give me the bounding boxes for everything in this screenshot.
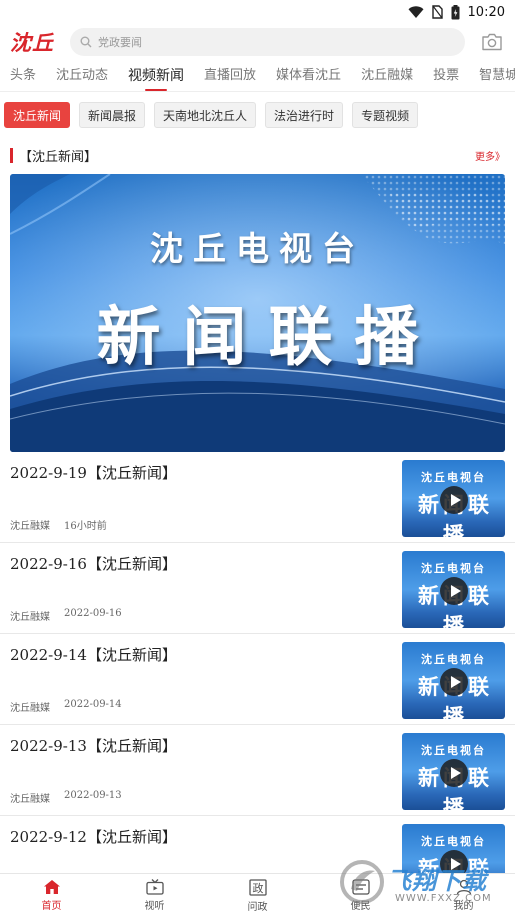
news-meta: 沈丘融媒 2022-09-13	[10, 790, 402, 807]
tab-live-replay[interactable]: 直播回放	[204, 61, 256, 91]
news-source: 沈丘融媒	[10, 612, 50, 623]
bottom-nav: 首页 视听 政 问政 便民 我的	[0, 873, 515, 917]
nav-profile[interactable]: 我的	[412, 874, 515, 917]
news-meta: 沈丘融媒 16小时前	[10, 517, 402, 534]
news-source: 沈丘融媒	[10, 794, 50, 805]
news-title: 2022-9-16【沈丘新闻】	[10, 555, 177, 573]
nav-profile-label: 我的	[453, 901, 474, 912]
svg-text:政: 政	[252, 881, 263, 895]
search-input[interactable]: 党政要闻	[70, 28, 465, 56]
nav-home[interactable]: 首页	[0, 874, 103, 917]
subtab-shenqiu-people[interactable]: 天南地北沈丘人	[154, 102, 257, 128]
tab-smart-city[interactable]: 智慧城市	[479, 61, 515, 91]
status-bar: 10:20	[0, 0, 515, 24]
banner-line1: 沈丘电视台	[150, 229, 365, 268]
featured-banner[interactable]: 沈丘电视台 新闻联播	[10, 174, 505, 452]
app-logo: 沈丘	[10, 30, 54, 55]
news-text: 2022-9-13【沈丘新闻】 沈丘融媒 2022-09-13	[10, 733, 402, 807]
play-icon[interactable]	[440, 668, 468, 696]
thumb-line1: 沈丘电视台	[421, 835, 486, 848]
nav-home-label: 首页	[41, 901, 62, 912]
news-text: 2022-9-16【沈丘新闻】 沈丘融媒 2022-09-16	[10, 551, 402, 625]
camera-button[interactable]	[479, 29, 505, 55]
tv-icon	[145, 879, 164, 895]
app-header: 沈丘 党政要闻	[0, 24, 515, 60]
no-sim-icon	[431, 5, 443, 19]
news-thumbnail[interactable]: 沈丘电视台 新闻联播	[402, 551, 505, 628]
news-time: 2022-09-16	[64, 608, 122, 619]
banner-line2: 新闻联播	[96, 300, 441, 375]
news-title: 2022-9-12【沈丘新闻】	[10, 828, 177, 846]
news-title: 2022-9-14【沈丘新闻】	[10, 646, 177, 664]
nav-politics-label: 问政	[247, 901, 268, 913]
thumb-line1: 沈丘电视台	[421, 471, 486, 484]
news-text: 2022-9-14【沈丘新闻】 沈丘融媒 2022-09-14	[10, 642, 402, 716]
home-icon	[43, 880, 60, 894]
nav-media-label: 视听	[144, 901, 165, 912]
nav-media[interactable]: 视听	[103, 874, 206, 917]
nav-service-label: 便民	[350, 901, 371, 912]
sub-tabs: 沈丘新闻 新闻晨报 天南地北沈丘人 法治进行时 专题视频	[0, 92, 515, 134]
news-source: 沈丘融媒	[10, 703, 50, 714]
thumb-line1: 沈丘电视台	[421, 562, 486, 575]
news-title: 2022-9-19【沈丘新闻】	[10, 464, 177, 482]
search-icon	[80, 36, 92, 48]
battery-icon	[451, 4, 460, 19]
play-icon[interactable]	[440, 759, 468, 787]
profile-icon	[456, 879, 471, 895]
section-title-wrap: 【沈丘新闻】	[10, 146, 97, 165]
news-source: 沈丘融媒	[10, 521, 50, 532]
news-text: 2022-9-19【沈丘新闻】 沈丘融媒 16小时前	[10, 460, 402, 534]
section-header: 【沈丘新闻】 更多》	[0, 140, 515, 170]
news-item[interactable]: 2022-9-16【沈丘新闻】 沈丘融媒 2022-09-16 沈丘电视台 新闻…	[0, 543, 515, 634]
tab-vote[interactable]: 投票	[433, 61, 459, 91]
status-time: 10:20	[467, 4, 505, 20]
news-time: 16小时前	[64, 521, 107, 532]
news-item[interactable]: 2022-9-14【沈丘新闻】 沈丘融媒 2022-09-14 沈丘电视台 新闻…	[0, 634, 515, 725]
section-title: 【沈丘新闻】	[19, 149, 98, 165]
news-list: 2022-9-19【沈丘新闻】 沈丘融媒 16小时前 沈丘电视台 新闻联播 20…	[0, 452, 515, 907]
nav-politics[interactable]: 政 问政	[206, 874, 309, 917]
news-time: 2022-09-14	[64, 699, 122, 710]
channel-tabs: 头条 沈丘动态 视频新闻 直播回放 媒体看沈丘 沈丘融媒 投票 智慧城市	[0, 60, 515, 92]
subtab-law[interactable]: 法治进行时	[265, 102, 344, 128]
politics-icon: 政	[248, 878, 267, 896]
news-meta: 沈丘融媒 2022-09-14	[10, 699, 402, 716]
news-thumbnail[interactable]: 沈丘电视台 新闻联播	[402, 460, 505, 537]
tab-media-view[interactable]: 媒体看沈丘	[276, 61, 341, 91]
service-icon	[351, 879, 370, 895]
play-icon[interactable]	[440, 577, 468, 605]
tab-local-news[interactable]: 沈丘动态	[56, 61, 108, 91]
play-icon[interactable]	[440, 486, 468, 514]
thumb-line1: 沈丘电视台	[421, 744, 486, 757]
news-meta: 沈丘融媒 2022-09-16	[10, 608, 402, 625]
camera-icon	[482, 33, 502, 51]
news-thumbnail[interactable]: 沈丘电视台 新闻联播	[402, 733, 505, 810]
tab-fusion-media[interactable]: 沈丘融媒	[361, 61, 413, 91]
tab-video-news[interactable]: 视频新闻	[128, 61, 184, 91]
thumb-line1: 沈丘电视台	[421, 653, 486, 666]
news-item[interactable]: 2022-9-19【沈丘新闻】 沈丘融媒 16小时前 沈丘电视台 新闻联播	[0, 452, 515, 543]
subtab-special-video[interactable]: 专题视频	[352, 102, 419, 128]
subtab-morning-news[interactable]: 新闻晨报	[79, 102, 146, 128]
nav-service[interactable]: 便民	[309, 874, 412, 917]
news-title: 2022-9-13【沈丘新闻】	[10, 737, 177, 755]
news-thumbnail[interactable]: 沈丘电视台 新闻联播	[402, 642, 505, 719]
tab-headlines[interactable]: 头条	[10, 61, 36, 91]
section-accent-bar	[10, 147, 13, 163]
subtab-shenqiu-news[interactable]: 沈丘新闻	[4, 102, 71, 128]
news-time: 2022-09-13	[64, 790, 122, 801]
more-link[interactable]: 更多》	[475, 148, 505, 163]
wifi-icon	[408, 5, 424, 18]
search-placeholder: 党政要闻	[98, 36, 142, 49]
news-item[interactable]: 2022-9-13【沈丘新闻】 沈丘融媒 2022-09-13 沈丘电视台 新闻…	[0, 725, 515, 816]
